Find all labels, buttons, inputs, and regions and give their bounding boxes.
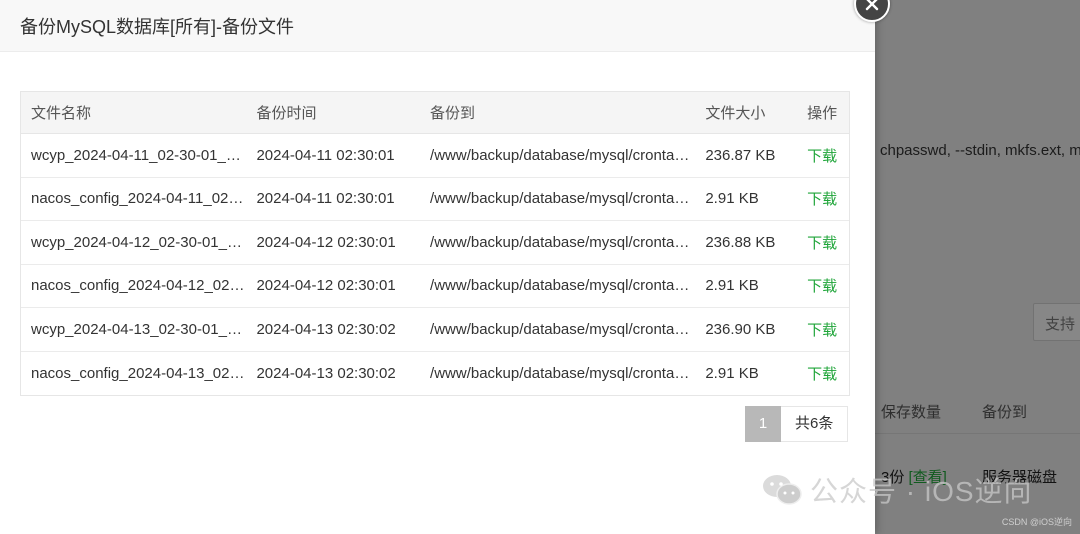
backup-path-cell: /www/backup/database/mysql/crontab_backu… [430,277,695,295]
download-link[interactable]: 下载 [797,188,849,209]
backup-time-cell: 2024-04-11 02:30:01 [256,190,395,208]
backup-time-cell: 2024-04-13 02:30:02 [256,320,396,338]
backup-path-cell: /www/backup/database/mysql/crontab_backu… [430,190,695,208]
watermark: 公众号 · iOS逆向 [762,470,1033,510]
download-link[interactable]: 下载 [797,319,849,340]
file-size-cell: 236.90 KB [705,320,776,338]
header-backup-time: 备份时间 [256,105,317,122]
download-link[interactable]: 下载 [797,145,849,166]
header-file-size: 文件大小 [705,105,766,122]
table-row: wcyp_2024-04-11_02-30-01_mysql_data_x9bD… [21,134,849,178]
file-size-cell: 2.91 KB [705,190,759,208]
wechat-icon [763,475,802,505]
close-icon [865,0,879,11]
watermark-text: 公众号 · iOS逆向 [810,476,1033,507]
header-backup-to: 备份到 [430,105,476,122]
file-name-cell: wcyp_2024-04-11_02-30-01_mysql_data_x9bD… [31,146,246,164]
credit-text: CSDN @iOS逆向 [1001,517,1072,527]
file-name-cell: nacos_config_2024-04-12_02-30-01_mysql_d… [31,277,246,295]
modal-header: 备份MySQL数据库[所有]-备份文件 [0,0,875,52]
backup-time-cell: 2024-04-11 02:30:01 [256,146,395,164]
backup-time-cell: 2024-04-12 02:30:01 [256,233,396,251]
modal-title: 备份MySQL数据库[所有]-备份文件 [20,17,295,37]
file-name-cell: wcyp_2024-04-12_02-30-01_mysql_data_x9bD… [31,233,247,251]
file-name-cell: nacos_config_2024-04-13_02-30-01_mysql_d… [31,364,246,382]
backup-path-cell: /www/backup/database/mysql/crontab_backu… [430,146,695,164]
table-row: wcyp_2024-04-13_02-30-01_mysql_data_x9bD… [21,308,849,352]
page-button-current[interactable]: 1 [745,406,781,442]
table-row: nacos_config_2024-04-11_02-30-01_mysql_d… [21,178,849,221]
backup-time-cell: 2024-04-13 02:30:02 [256,364,396,382]
backup-path-cell: /www/backup/database/mysql/crontab_backu… [430,364,695,382]
file-size-cell: 236.87 KB [705,146,776,164]
file-size-cell: 2.91 KB [705,277,759,295]
table-header: 文件名称 备份时间 备份到 文件大小 操作 [21,92,849,134]
table-row: wcyp_2024-04-12_02-30-01_mysql_data_x9bD… [21,221,849,265]
backup-files-table: 文件名称 备份时间 备份到 文件大小 操作 wcyp_2024-04-11_02… [20,91,850,396]
download-link[interactable]: 下载 [797,363,849,384]
download-link[interactable]: 下载 [797,232,849,253]
header-file-name: 文件名称 [31,105,92,122]
table-row: nacos_config_2024-04-13_02-30-01_mysql_d… [21,352,849,396]
download-link[interactable]: 下载 [797,275,849,296]
table-row: nacos_config_2024-04-12_02-30-01_mysql_d… [21,265,849,308]
header-action: 操作 [807,105,838,122]
file-name-cell: nacos_config_2024-04-11_02-30-01_mysql_d… [31,190,246,208]
pagination-total: 共6条 [781,406,849,442]
file-name-cell: wcyp_2024-04-13_02-30-01_mysql_data_x9bD… [31,320,247,338]
backup-path-cell: /www/backup/database/mysql/crontab_backu… [430,233,695,251]
backup-path-cell: /www/backup/database/mysql/crontab_backu… [430,320,695,338]
pagination: 1 共6条 [745,406,849,442]
file-size-cell: 236.88 KB [705,233,776,251]
backup-time-cell: 2024-04-12 02:30:01 [256,277,396,295]
file-size-cell: 2.91 KB [705,364,759,382]
backup-files-modal: 备份MySQL数据库[所有]-备份文件 文件名称 备份时间 备份到 文件大小 操… [0,0,875,534]
